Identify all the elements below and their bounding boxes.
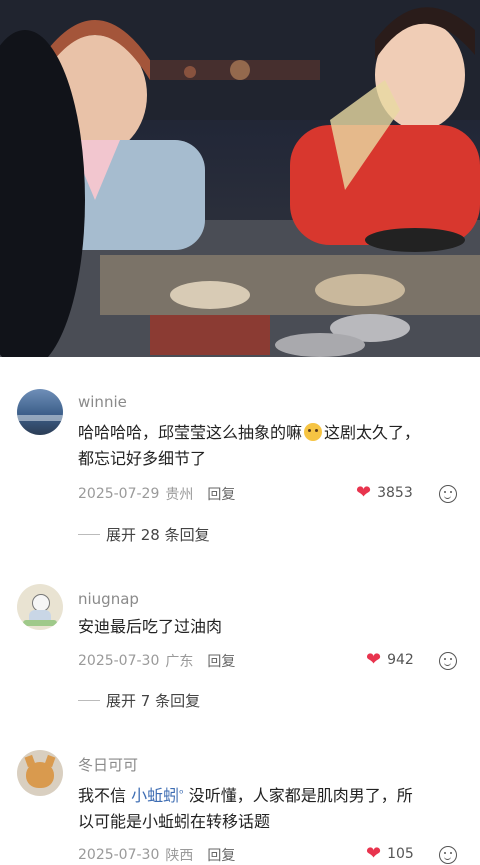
comment-username[interactable]: niugnap: [78, 590, 139, 608]
comment-username[interactable]: 冬日可可: [78, 754, 138, 775]
emoji-icon: [304, 423, 323, 441]
comment-text-part: 哈哈哈哈，邱莹莹这么抽象的嘛: [78, 423, 303, 442]
comment-meta: 2025-07-30 广东 回复: [78, 651, 235, 671]
comment-username[interactable]: winnie: [78, 393, 127, 411]
like-button[interactable]: ❤ 942: [366, 651, 414, 669]
expand-replies-button[interactable]: 展开 28 条回复: [78, 524, 210, 545]
comment-meta: 2025-07-30 陕西 回复: [78, 845, 235, 865]
comment-date: 2025-07-30: [78, 653, 160, 669]
comment-text-part: 我不信: [78, 786, 132, 805]
comment-text-part: 这剧太久了，: [324, 423, 421, 442]
expand-replies-button[interactable]: 展开 7 条回复: [78, 690, 200, 711]
like-button[interactable]: ❤ 105: [366, 845, 414, 863]
avatar[interactable]: [17, 584, 63, 630]
like-count: 3853: [377, 485, 413, 501]
expand-replies-label: 展开 28 条回复: [106, 526, 210, 544]
comment-text: 哈哈哈哈，邱莹莹这么抽象的嘛 这剧太久了， 都忘记好多细节了: [78, 420, 466, 472]
comment-text: 安迪最后吃了过油肉: [78, 617, 223, 636]
avatar[interactable]: [17, 750, 63, 796]
comment-text-part: 以可能是小蚯蚓在转移话题: [78, 812, 271, 831]
avatar[interactable]: [17, 389, 63, 435]
reply-button[interactable]: 回复: [207, 484, 235, 504]
comment-date: 2025-07-30: [78, 847, 160, 863]
emoji-reaction-icon[interactable]: [439, 652, 457, 670]
like-count: 942: [387, 652, 414, 668]
divider-line: [78, 534, 100, 535]
divider-line: [78, 700, 100, 701]
emoji-reaction-icon[interactable]: [439, 846, 457, 864]
emoji-reaction-icon[interactable]: [439, 485, 457, 503]
comment-text-part: 都忘记好多细节了: [78, 449, 207, 468]
heart-icon: ❤: [366, 649, 382, 670]
video-scene-illustration: [0, 0, 480, 357]
comment-location: 广东: [165, 654, 194, 670]
heart-icon: ❤: [366, 843, 382, 864]
comment-date: 2025-07-29: [78, 486, 160, 502]
comment-text: 我不信 小蚯蚓ᵒ 没听懂，人家都是肌肉男了，所 以可能是小蚯蚓在转移话题: [78, 781, 466, 835]
heart-icon: ❤: [356, 482, 372, 503]
comment-meta: 2025-07-29 贵州 回复: [78, 484, 235, 504]
expand-replies-label: 展开 7 条回复: [106, 692, 201, 710]
like-count: 105: [387, 846, 414, 862]
comment-text-part: 没听懂，人家都是肌肉男了，所: [183, 786, 413, 805]
mention-link[interactable]: 小蚯蚓: [131, 786, 179, 805]
reply-button[interactable]: 回复: [207, 651, 235, 671]
video-frame[interactable]: [0, 0, 480, 357]
comment-location: 陕西: [165, 848, 194, 864]
comment-location: 贵州: [165, 487, 194, 503]
reply-button[interactable]: 回复: [207, 845, 235, 865]
like-button[interactable]: ❤ 3853: [356, 484, 413, 502]
